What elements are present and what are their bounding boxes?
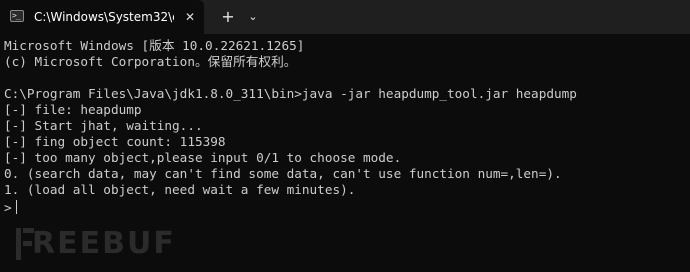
terminal-line: C:\Program Files\Java\jdk1.8.0_311\bin>j…	[4, 86, 577, 101]
prompt-symbol: >	[4, 200, 12, 215]
terminal-icon-glyph: >_	[12, 11, 21, 20]
terminal-line: (c) Microsoft Corporation。保留所有权利。	[4, 54, 297, 69]
terminal-window: >_ C:\Windows\System32\cmd.e ✕ + ⌄ Micro…	[0, 0, 690, 272]
terminal-line: 1. (load all object, need wait a few min…	[4, 182, 356, 197]
input-prompt[interactable]: >	[4, 200, 17, 216]
text-cursor	[15, 200, 17, 214]
tab-title: C:\Windows\System32\cmd.e	[34, 10, 174, 24]
tab-cmd[interactable]: >_ C:\Windows\System32\cmd.e ✕	[0, 0, 204, 34]
terminal-line: [-] file: heapdump	[4, 102, 142, 117]
terminal-line: Microsoft Windows [版本 10.0.22621.1265]	[4, 38, 305, 53]
watermark-text: REEBUF	[32, 226, 176, 261]
terminal-icon: >_	[10, 10, 24, 22]
terminal-line: [-] fing object count: 115398	[4, 134, 226, 149]
terminal-line: [-] Start jhat, waiting...	[4, 118, 203, 133]
terminal-line: [-] too many object,please input 0/1 to …	[4, 150, 402, 165]
new-tab-button[interactable]: +	[218, 7, 238, 27]
watermark-logo: REEBUF	[14, 224, 214, 264]
tab-bar: >_ C:\Windows\System32\cmd.e ✕ + ⌄	[0, 0, 690, 34]
close-tab-icon[interactable]: ✕	[182, 9, 198, 25]
terminal-line: 0. (search data, may can't find some dat…	[4, 166, 562, 181]
chevron-down-icon[interactable]: ⌄	[244, 7, 262, 27]
